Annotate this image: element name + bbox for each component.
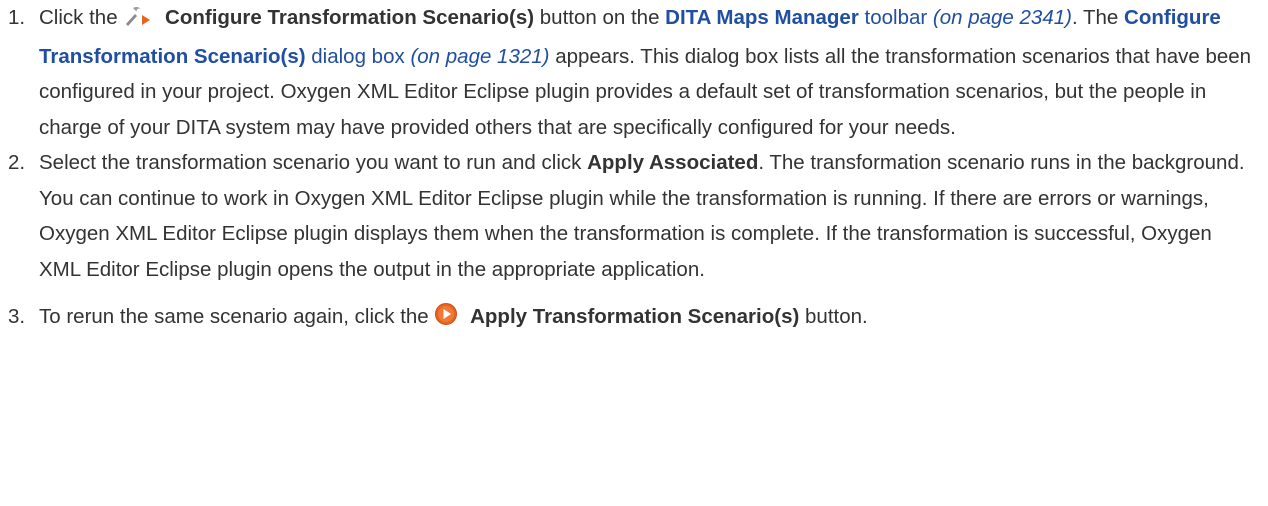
step-1: 1. Click the Configure Transformation Sc… [8,0,1258,145]
apply-scenario-icon [434,302,458,338]
apply-associated-label: Apply Associated [587,151,759,174]
step-3: 3. To rerun the same scenario again, cli… [8,299,1258,338]
toolbar-link[interactable]: toolbar [865,6,928,29]
dita-maps-manager-link[interactable]: DITA Maps Manager [665,6,859,29]
step-text: . The [1071,6,1119,29]
step-text: To rerun the same scenario again, click … [39,305,429,328]
step-number: 1. [8,6,26,29]
step-2: 2. Select the transformation scenario yo… [8,145,1258,287]
configure-scenario-icon [123,3,153,39]
step-text: Select the transformation scenario you w… [39,151,582,174]
page-reference[interactable]: (on page 2341) [933,6,1072,29]
step-number: 2. [8,151,26,174]
step-text: button on the [539,6,660,29]
step-text: Click the [39,6,118,29]
step-number: 3. [8,305,26,328]
page-reference[interactable]: (on page 1321) [410,45,549,68]
procedure-steps: 1. Click the Configure Transformation Sc… [8,0,1258,338]
dialog-box-link[interactable]: dialog box [311,45,404,68]
step-text: button. [805,305,868,328]
configure-scenario-button-label: Configure Transformation Scenario(s) [165,6,535,29]
apply-scenario-button-label: Apply Transformation Scenario(s) [470,305,800,328]
